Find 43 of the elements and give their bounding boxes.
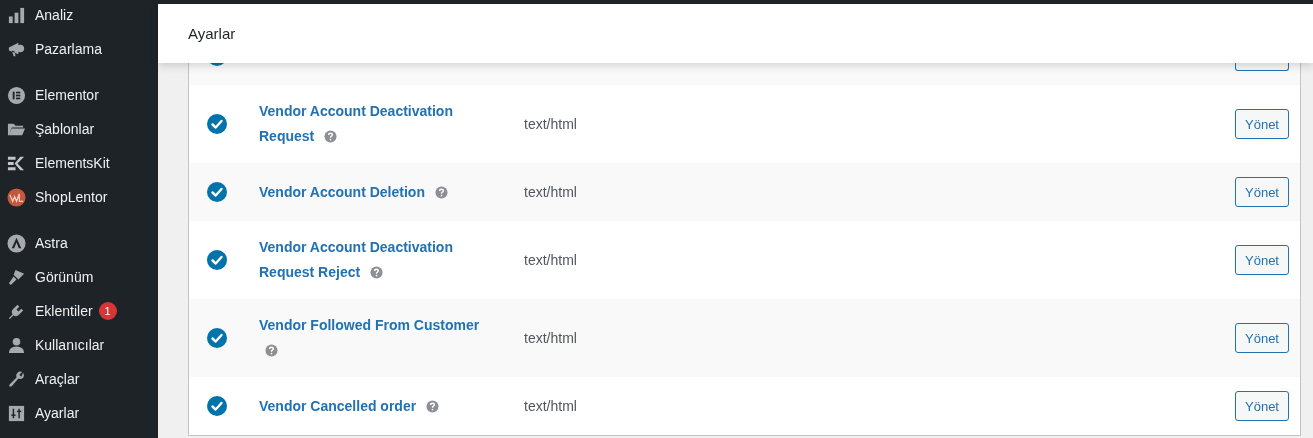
wrench-icon bbox=[7, 369, 26, 389]
manage-button[interactable]: Yönet bbox=[1235, 109, 1289, 139]
manage-button[interactable]: Yönet bbox=[1235, 177, 1289, 207]
help-icon bbox=[434, 185, 448, 199]
help-icon bbox=[324, 130, 338, 143]
email-name-link[interactable]: Vendor Account Deletion bbox=[259, 179, 484, 205]
help-icon bbox=[265, 344, 278, 357]
logo-icon bbox=[7, 187, 26, 207]
help-icon bbox=[426, 399, 440, 413]
manage-button[interactable]: Yönet bbox=[1235, 323, 1289, 353]
sidebar-item[interactable]: Astra bbox=[0, 226, 158, 260]
elementor-icon bbox=[7, 85, 26, 105]
update-count-badge: 1 bbox=[98, 302, 117, 320]
sidebar-item[interactable]: Eklentiler 1 bbox=[0, 294, 158, 328]
content-type: text/html bbox=[524, 398, 577, 414]
email-name-link[interactable]: Vendor Cancelled order bbox=[259, 393, 484, 419]
sidebar-item[interactable]: Elementor bbox=[0, 78, 158, 112]
sidebar-item[interactable]: Pazarlama bbox=[0, 32, 158, 66]
sliders-icon bbox=[7, 403, 26, 423]
email-name-link[interactable]: Vendor Account Deactivation Request bbox=[259, 99, 484, 149]
user-icon bbox=[7, 335, 26, 355]
sidebar-item[interactable]: Görünüm bbox=[0, 260, 158, 294]
sidebar-item[interactable]: Kullanıcılar bbox=[0, 328, 158, 362]
content-type: text/html bbox=[524, 116, 577, 132]
sidebar-item[interactable]: ElementsKit bbox=[0, 146, 158, 180]
email-name-link[interactable]: Vendor Account Deactivation Request Reject bbox=[259, 235, 484, 285]
content-type: text/html bbox=[524, 252, 577, 268]
paintbrush-icon bbox=[7, 267, 26, 287]
astra-icon bbox=[7, 233, 26, 253]
content-type: text/html bbox=[524, 330, 577, 346]
bar-chart-icon bbox=[7, 5, 26, 25]
manage-button[interactable] bbox=[1235, 63, 1289, 71]
sidebar-item[interactable]: ShopLentor bbox=[0, 180, 158, 214]
email-name-link[interactable]: Vendor Followed From Customer bbox=[259, 313, 484, 363]
sidebar-item[interactable]: Şablonlar bbox=[0, 112, 158, 146]
content-type: text/html bbox=[524, 184, 577, 200]
manage-button[interactable]: Yönet bbox=[1235, 391, 1289, 421]
help-icon bbox=[370, 266, 384, 279]
sidebar-item[interactable]: Araçlar bbox=[0, 362, 158, 396]
manage-button[interactable]: Yönet bbox=[1235, 245, 1289, 275]
sidebar-item[interactable]: Ayarlar bbox=[0, 396, 158, 430]
sidebar-item[interactable]: Analiz bbox=[0, 0, 158, 32]
page-title: Ayarlar bbox=[188, 25, 236, 42]
